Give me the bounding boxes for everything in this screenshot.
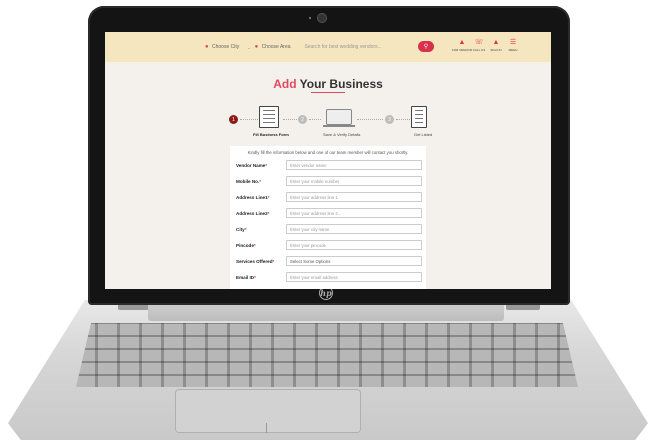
form-row-address1: Address Line1* Enter your address line 1 [236,192,422,202]
vendor-name-input[interactable]: Enter vendor name [286,160,422,170]
site-header: ● Choose City ⌄ ● Choose Area Search for… [105,32,551,62]
field-label: Address Line1* [236,194,270,200]
nav-label: MENU [508,48,518,52]
step-connector [357,119,383,120]
step-1-dot: 1 [229,115,238,124]
sign-in-icon: ▲ [492,39,500,46]
nav-label: CALL US [472,48,486,52]
page-title-rest: Your Business [299,77,383,91]
checklist-icon [411,106,427,128]
form-intro: Kindly fill the information below and on… [247,150,409,155]
step-connector [283,119,297,120]
services-select[interactable]: Select Some Options [286,256,422,266]
email-input[interactable]: Enter your email address [286,272,422,282]
form-row-address2: Address Line2* Enter your address line 2… [236,208,422,218]
pincode-input[interactable]: Enter your pincode [286,240,422,250]
laptop-photo: hp ● Choose City ⌄ ● Choose Area Search … [0,0,654,447]
address-line2-input[interactable]: Enter your address line 2... [286,208,422,218]
webcam-icon [318,14,326,22]
nav-call-us[interactable]: ☏ CALL US [473,39,485,52]
laptop-hinge [148,303,504,321]
header-nav: ▲ FOR VENDOR ☏ CALL US ▲ SIGN IN ☰ MENU [452,39,519,52]
field-label: Mobile No.* [236,178,262,184]
search-bar: ● Choose City ⌄ ● Choose Area Search for… [205,40,415,54]
step-2-label: Save & Verify Details [323,132,361,137]
progress-stepper: 1 2 3 Fill Business Form Save & Verify D… [229,106,433,142]
area-select[interactable]: ● Choose Area [255,44,291,50]
map-pin-icon: ● [205,44,209,50]
form-document-icon [259,106,279,128]
touchpad [175,389,361,433]
step-connector [309,119,321,120]
field-label: Pincode* [236,242,256,248]
field-label: Address Line2* [236,210,270,216]
step-connector [240,119,258,120]
nav-for-vendor[interactable]: ▲ FOR VENDOR [452,39,472,52]
nav-sign-in[interactable]: ▲ SIGN IN [490,39,502,52]
mobile-input[interactable]: Enter your mobile number [286,176,422,186]
form-row-vendor-name: Vendor Name* Enter vendor name [236,160,422,170]
address-line1-input[interactable]: Enter your address line 1 [286,192,422,202]
user-icon: ▲ [458,39,466,46]
camera-led [309,17,311,19]
form-row-pincode: Pincode* Enter your pincode [236,240,422,250]
page-title-accent: Add [273,77,297,91]
field-label: Email ID* [236,274,256,280]
chevron-down-icon: ⌄ [247,44,251,50]
field-label: City* [236,226,247,232]
form-row-city: City* Enter your city name [236,224,422,234]
step-2-dot: 2 [298,115,307,124]
step-connector [396,119,410,120]
laptop-verify-icon [323,109,355,127]
touchpad-split [266,423,267,433]
field-label: Vendor Name* [236,162,268,168]
city-select-label: Choose City [212,44,240,50]
city-select[interactable]: ● Choose City ⌄ [205,44,251,50]
title-underline [311,92,345,93]
field-label: Services Offered* [236,258,275,264]
business-form: Kindly fill the information below and on… [230,146,426,289]
screen: ● Choose City ⌄ ● Choose Area Search for… [105,32,551,289]
search-button[interactable]: ⚲ [418,41,434,52]
menu-icon: ☰ [509,39,517,46]
city-input[interactable]: Enter your city name [286,224,422,234]
search-input[interactable]: Search for best wedding vendors... [305,44,382,50]
form-row-email: Email ID* Enter your email address [236,272,422,282]
nav-label: SIGN IN [490,48,502,52]
step-1-label: Fill Business Form [253,132,289,137]
step-3-dot: 3 [385,115,394,124]
search-icon: ⚲ [423,44,429,50]
map-pin-icon: ● [254,44,259,50]
nav-menu[interactable]: ☰ MENU [507,39,519,52]
step-3-label: Get Listed [414,132,433,137]
area-select-label: Choose Area [261,44,291,50]
form-row-mobile: Mobile No.* Enter your mobile number [236,176,422,186]
nav-label: FOR VENDOR [452,48,473,52]
form-row-services: Services Offered* Select Some Options [236,256,422,266]
phone-icon: ☏ [474,39,484,46]
page-title: Add Your Business [105,77,551,91]
keyboard [76,323,578,387]
